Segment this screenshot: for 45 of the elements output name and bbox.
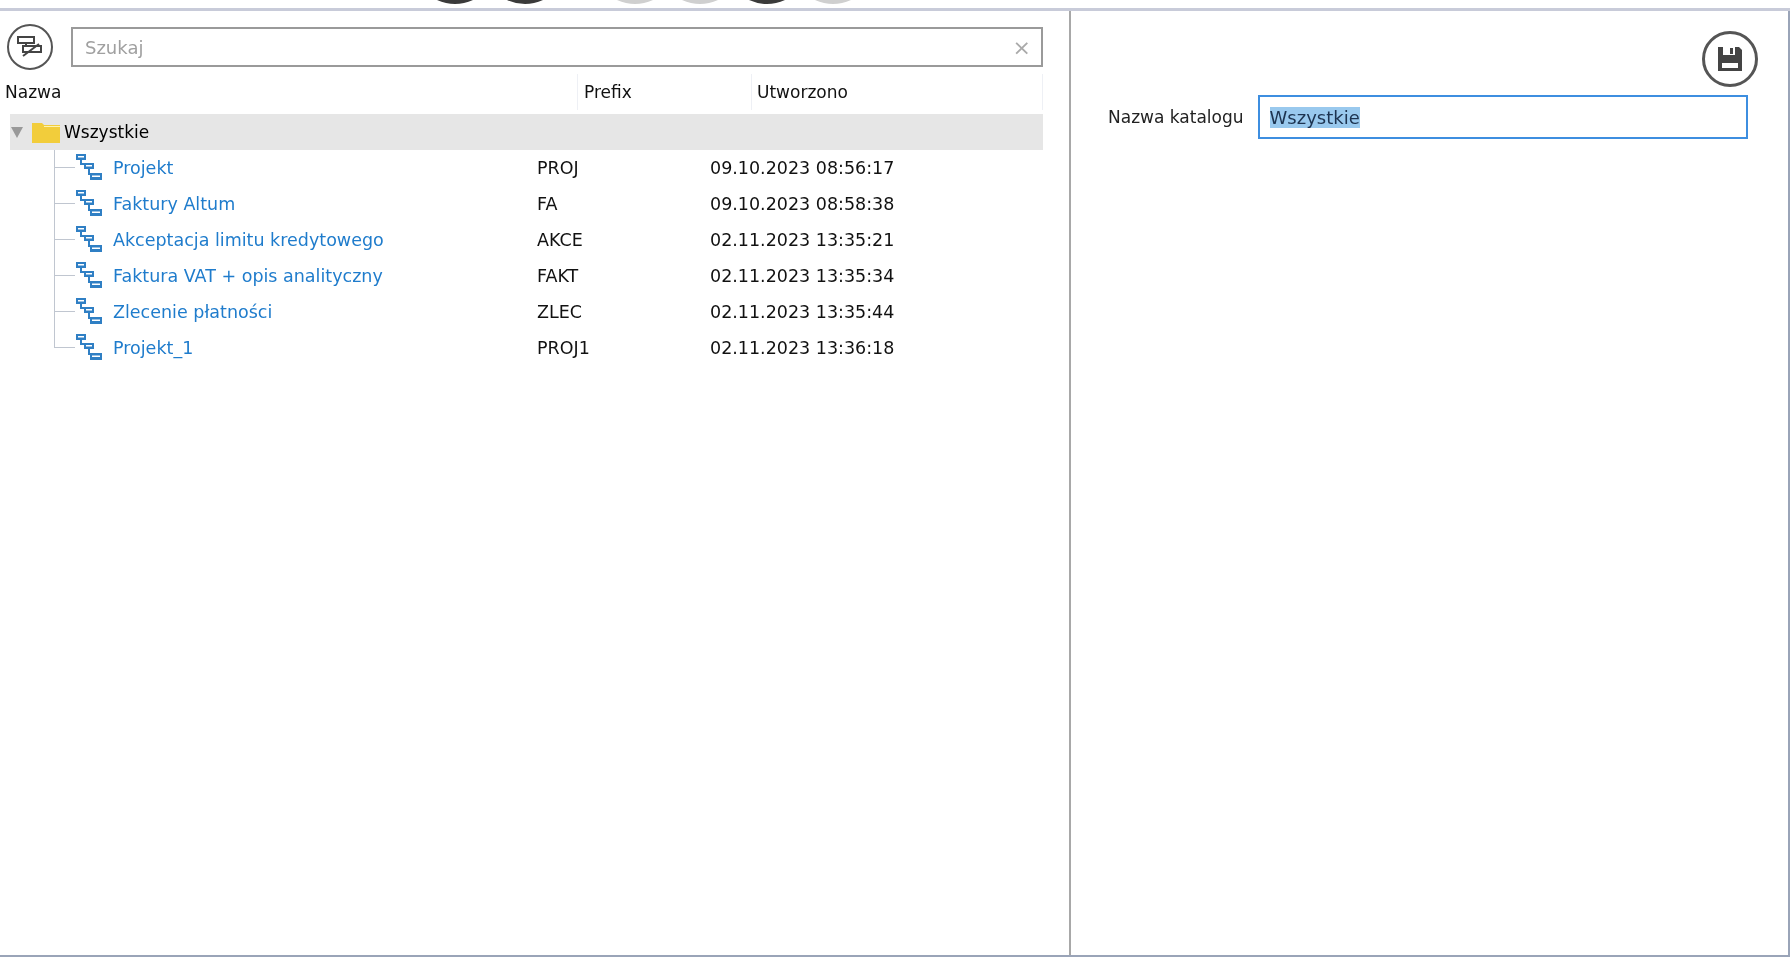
- date-cell: 02.11.2023 13:35:34: [710, 266, 895, 286]
- date-cell: 02.11.2023 13:36:18: [710, 338, 895, 358]
- toolbar-icon[interactable]: [435, 0, 475, 6]
- workflow-icon: [76, 334, 102, 362]
- workflow-link[interactable]: Faktury Altum: [113, 194, 537, 214]
- workflow-link[interactable]: Akceptacja limitu kredytowego: [113, 230, 537, 250]
- tree-row[interactable]: Zlecenie płatności ZLEC 02.11.2023 13:35:44: [54, 294, 1043, 330]
- folder-label: Wszystkie: [64, 122, 150, 142]
- date-cell: 09.10.2023 08:56:17: [710, 158, 895, 178]
- save-icon: [1715, 44, 1745, 74]
- prefix-cell-text: FA: [537, 194, 559, 214]
- column-header[interactable]: Nazwa: [0, 74, 578, 110]
- workflow-link[interactable]: Projekt_1: [113, 338, 537, 358]
- tree-row[interactable]: Wszystkie: [10, 114, 1043, 150]
- tree-row[interactable]: Faktura VAT + opis analityczny FAKT 02.11.2023 13:35:34: [54, 258, 1043, 294]
- catalog-name-field[interactable]: Wszystkie: [1257, 95, 1748, 139]
- workflow-link[interactable]: Projekt: [113, 158, 537, 178]
- field-value: Wszystkie: [1269, 106, 1360, 128]
- prefix-cell-text: FAKT: [537, 266, 580, 286]
- workflow-icon: [76, 226, 102, 254]
- toolbar-icon[interactable]: [505, 0, 545, 6]
- workflow-link[interactable]: Zlecenie płatności: [113, 302, 537, 322]
- tree-row[interactable]: Akceptacja limitu kredytowego AKCE 02.11.2023 13:35:21: [54, 222, 1043, 258]
- toolbar-icon[interactable]: [747, 0, 787, 6]
- prefix-cell-text: PROJ1: [537, 338, 591, 358]
- workflow-icon: [76, 190, 102, 218]
- tree-row[interactable]: Projekt_1 PROJ1 02.11.2023 13:36:18: [54, 330, 1043, 366]
- filter-button[interactable]: [7, 24, 53, 70]
- prefix-cell-text: ZLEC: [537, 302, 583, 322]
- folder-icon: [32, 121, 60, 143]
- field-label: Nazwa katalogu: [1108, 107, 1244, 127]
- prefix-cell-text: PROJ: [537, 158, 580, 178]
- column-header[interactable]: Prefix: [578, 74, 752, 110]
- workflow-link[interactable]: Faktura VAT + opis analityczny: [113, 266, 537, 286]
- workflow-icon: [76, 298, 102, 326]
- column-header[interactable]: Utworzono: [752, 74, 1043, 110]
- tree-row[interactable]: Projekt PROJ 09.10.2023 08:56:17: [54, 150, 1043, 186]
- tree-row[interactable]: Faktury Altum FA 09.10.2023 08:58:38: [54, 186, 1043, 222]
- date-cell: 02.11.2023 13:35:44: [710, 302, 895, 322]
- prefix-cell-text: AKCE: [537, 230, 584, 250]
- workflow-icon: [76, 154, 102, 182]
- date-cell: 09.10.2023 08:58:38: [710, 194, 895, 214]
- save-button[interactable]: [1702, 31, 1758, 87]
- date-cell: 02.11.2023 13:35:21: [710, 230, 895, 250]
- workflow-icon: [76, 262, 102, 290]
